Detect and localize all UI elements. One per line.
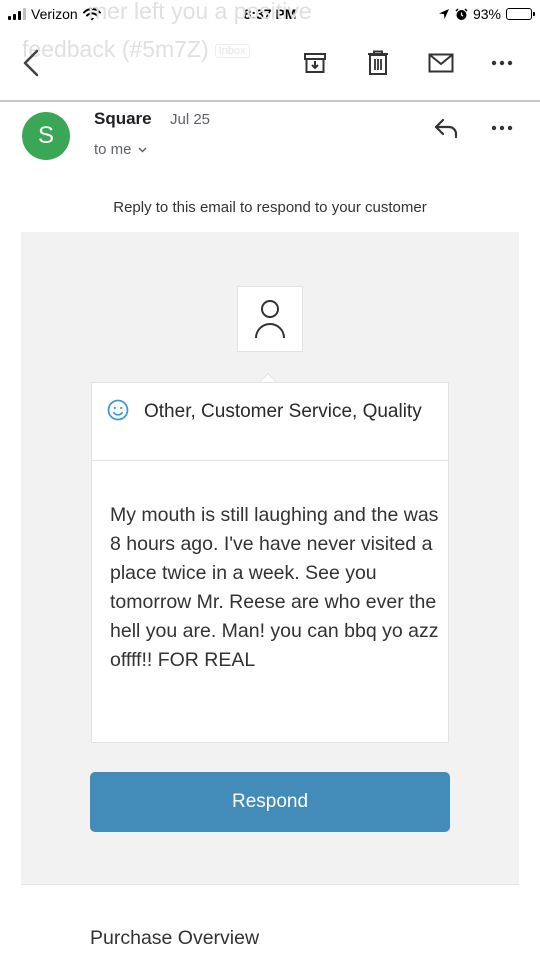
more-options-button[interactable] (487, 48, 517, 78)
mail-icon (428, 53, 454, 73)
back-button[interactable] (16, 48, 46, 78)
battery-icon (506, 8, 535, 20)
back-arrow-icon (23, 49, 39, 77)
panel-divider (21, 884, 519, 885)
toolbar-divider (0, 100, 540, 102)
status-bar: Verizon 8:37 PM 93% (0, 0, 540, 30)
recipient-details-toggle[interactable]: to me (94, 141, 147, 158)
recipient-label: to me (94, 141, 132, 158)
feedback-card: Other, Customer Service, Quality My mout… (91, 382, 449, 743)
alarm-icon (455, 7, 468, 20)
feedback-categories: Other, Customer Service, Quality (144, 401, 422, 422)
mark-unread-button[interactable] (426, 48, 456, 78)
more-dots-icon (491, 60, 513, 66)
sender-avatar[interactable]: S (22, 112, 70, 160)
message-date: Jul 25 (170, 111, 211, 128)
respond-button[interactable]: Respond (90, 772, 450, 832)
location-arrow-icon (438, 9, 449, 19)
feedback-card-header: Other, Customer Service, Quality (92, 383, 448, 461)
customer-avatar-box (237, 286, 303, 352)
smiley-icon (107, 399, 129, 421)
trash-icon (368, 50, 388, 75)
more-dots-icon (491, 125, 513, 131)
delete-button[interactable] (363, 48, 393, 78)
reply-icon (434, 118, 458, 139)
chevron-down-icon (137, 146, 147, 153)
sender-name[interactable]: Square (94, 109, 152, 129)
battery-percent: 93% (472, 6, 501, 22)
message-more-button[interactable] (487, 116, 517, 140)
archive-icon (304, 53, 326, 73)
archive-button[interactable] (300, 48, 330, 78)
reply-button[interactable] (431, 116, 461, 140)
email-toolbar (0, 38, 540, 100)
feedback-comment: My mouth is still laughing and the was 8… (110, 504, 439, 671)
reply-instruction: Reply to this email to respond to your c… (113, 199, 427, 216)
purchase-overview-heading: Purchase Overview (90, 927, 260, 949)
status-right: 93% (438, 6, 535, 22)
person-icon (255, 300, 285, 339)
